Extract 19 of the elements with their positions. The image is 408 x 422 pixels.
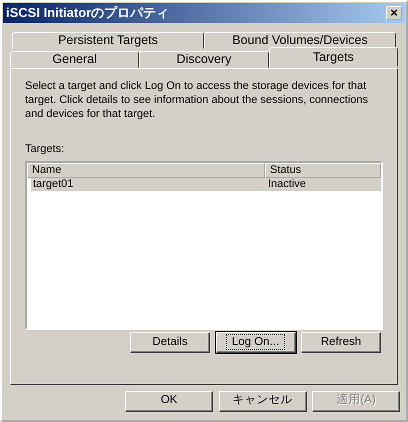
dialog-button[interactable]: キャンセル	[218, 390, 306, 412]
list-cell-text: Inactive	[267, 178, 307, 190]
close-button[interactable]: ×	[386, 6, 402, 20]
dialog-button[interactable]: Log On...	[216, 332, 296, 354]
window-title: iSCSI Initiatorのプロパティ	[6, 4, 170, 22]
tab[interactable]: Bound Volumes/Devices	[204, 32, 396, 49]
dialog-button[interactable]: OK	[125, 390, 213, 412]
targets-label: Targets:	[25, 143, 64, 155]
description-text: Select a target and click Log On to access the storage devices for that target. Click details to see information about the sessions, connections and devices for that target.	[25, 79, 370, 121]
dialog-button[interactable]: Details	[130, 332, 210, 354]
tab[interactable]: General	[10, 51, 140, 68]
tab[interactable]: Persistent Targets	[12, 32, 204, 49]
dialog-button[interactable]: Refresh	[301, 332, 381, 354]
column-header[interactable]: Name	[27, 162, 265, 178]
list-cell-text: target01	[32, 178, 74, 190]
list-row[interactable]: target01 Inactive	[31, 178, 381, 190]
tab[interactable]: Discovery	[139, 51, 269, 68]
column-header[interactable]: Status	[265, 162, 381, 178]
tab[interactable]: Targets	[268, 47, 398, 67]
